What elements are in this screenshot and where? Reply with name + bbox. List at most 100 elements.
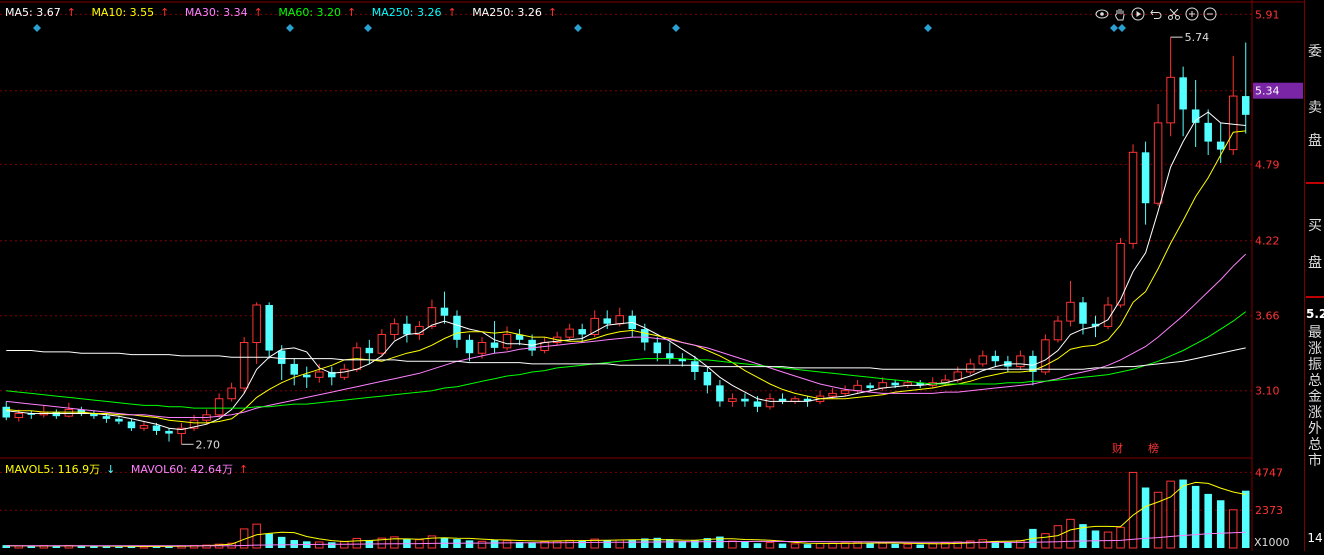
volume-bar[interactable] bbox=[778, 543, 787, 548]
candle[interactable] bbox=[1228, 55, 1238, 155]
candle[interactable] bbox=[1166, 37, 1175, 137]
candle[interactable] bbox=[565, 323, 574, 340]
event-diamond[interactable] bbox=[924, 24, 932, 32]
volume-bar[interactable] bbox=[115, 546, 123, 548]
candle[interactable] bbox=[916, 380, 924, 389]
event-tag[interactable]: 财 bbox=[1112, 441, 1123, 455]
candle[interactable] bbox=[390, 318, 399, 340]
event-diamond[interactable] bbox=[286, 24, 294, 32]
volume-bar[interactable] bbox=[741, 541, 749, 548]
candle[interactable] bbox=[239, 337, 249, 394]
scissors-icon[interactable] bbox=[1166, 6, 1181, 21]
volume-bar[interactable] bbox=[352, 537, 362, 549]
candle[interactable] bbox=[64, 402, 74, 418]
volume-bar[interactable] bbox=[1216, 500, 1225, 548]
volume-bar[interactable] bbox=[1016, 540, 1025, 549]
volume-bar[interactable] bbox=[866, 543, 874, 548]
candle[interactable] bbox=[1066, 280, 1075, 327]
volume-bar[interactable] bbox=[1053, 525, 1063, 549]
candle[interactable] bbox=[653, 337, 662, 362]
candle[interactable] bbox=[139, 421, 149, 431]
volume-bar[interactable] bbox=[477, 540, 487, 549]
ma30-legend[interactable]: MA30: 3.34 ↑ bbox=[185, 6, 269, 19]
volume-bar[interactable] bbox=[290, 540, 298, 548]
candle[interactable] bbox=[703, 366, 712, 394]
ma250-legend[interactable]: MA250: 3.26 ↑ bbox=[372, 6, 463, 19]
candle[interactable] bbox=[127, 418, 136, 431]
eye-icon[interactable] bbox=[1094, 6, 1109, 21]
event-diamond[interactable] bbox=[1118, 24, 1126, 32]
candle[interactable] bbox=[315, 363, 324, 383]
volume-bar[interactable] bbox=[315, 541, 324, 549]
candle[interactable] bbox=[415, 321, 424, 340]
candle[interactable] bbox=[928, 377, 937, 389]
volume-bar[interactable] bbox=[728, 540, 737, 549]
candle[interactable] bbox=[1216, 122, 1225, 164]
candle[interactable] bbox=[1153, 104, 1163, 206]
volume-bar[interactable] bbox=[891, 543, 899, 548]
volume-bar[interactable] bbox=[603, 540, 611, 548]
ma250b-legend[interactable]: MA250: 3.26 ↑ bbox=[472, 6, 563, 19]
candle[interactable] bbox=[1116, 238, 1125, 308]
candle[interactable] bbox=[265, 302, 273, 359]
event-tag[interactable]: 榜 bbox=[1148, 441, 1159, 455]
candle[interactable] bbox=[1179, 66, 1187, 137]
candle[interactable] bbox=[840, 385, 850, 397]
candle[interactable] bbox=[552, 331, 562, 346]
candle[interactable] bbox=[352, 342, 362, 372]
candle[interactable] bbox=[678, 353, 687, 367]
hand-icon[interactable] bbox=[1112, 6, 1127, 21]
volume-bar[interactable] bbox=[978, 539, 988, 549]
candle[interactable] bbox=[290, 358, 298, 386]
candle[interactable] bbox=[115, 416, 123, 425]
volume-bar[interactable] bbox=[815, 543, 825, 549]
volume-bar[interactable] bbox=[1103, 531, 1113, 549]
volume-bar[interactable] bbox=[1228, 509, 1238, 549]
candle[interactable] bbox=[778, 393, 787, 405]
ma10-legend[interactable]: MA10: 3.55 ↑ bbox=[91, 6, 175, 19]
volume-bar[interactable] bbox=[928, 543, 937, 549]
play-icon[interactable] bbox=[1130, 6, 1145, 21]
volume-bar[interactable] bbox=[502, 540, 512, 549]
volume-bar[interactable] bbox=[490, 539, 499, 548]
volume-bar[interactable] bbox=[465, 540, 474, 548]
candle[interactable] bbox=[666, 342, 674, 364]
volume-bar[interactable] bbox=[565, 539, 574, 549]
volume-bar[interactable] bbox=[903, 543, 912, 549]
volume-bar[interactable] bbox=[27, 546, 36, 548]
volume-bar[interactable] bbox=[615, 539, 624, 549]
candle[interactable] bbox=[377, 329, 387, 356]
volume-bar[interactable] bbox=[628, 539, 637, 548]
volume-bar[interactable] bbox=[1091, 530, 1100, 548]
candle[interactable] bbox=[1103, 296, 1113, 330]
candle[interactable] bbox=[1191, 80, 1200, 147]
event-diamond[interactable] bbox=[364, 24, 372, 32]
candle[interactable] bbox=[728, 393, 737, 407]
candle[interactable] bbox=[578, 323, 586, 343]
candle[interactable] bbox=[1029, 350, 1037, 386]
undo-icon[interactable] bbox=[1148, 6, 1163, 21]
candle[interactable] bbox=[440, 291, 449, 324]
candle[interactable] bbox=[52, 409, 61, 419]
candle[interactable] bbox=[77, 406, 86, 417]
candle[interactable] bbox=[502, 326, 512, 351]
volume-bar[interactable] bbox=[77, 546, 86, 548]
volume-bar[interactable] bbox=[666, 539, 674, 548]
candle[interactable] bbox=[214, 393, 224, 418]
candle[interactable] bbox=[1053, 315, 1063, 343]
candle[interactable] bbox=[1016, 350, 1025, 370]
candle[interactable] bbox=[328, 366, 336, 386]
candle[interactable] bbox=[815, 390, 825, 405]
ma60-legend[interactable]: MA60: 3.20 ↑ bbox=[278, 6, 362, 19]
volume-bar[interactable] bbox=[1166, 480, 1175, 549]
event-diamond[interactable] bbox=[33, 24, 41, 32]
candle[interactable] bbox=[465, 334, 474, 362]
candle[interactable] bbox=[741, 393, 749, 407]
plus-icon[interactable] bbox=[1184, 6, 1199, 21]
volume-bar[interactable] bbox=[1204, 493, 1212, 548]
candle[interactable] bbox=[978, 350, 988, 367]
candle[interactable] bbox=[966, 358, 975, 375]
candle[interactable] bbox=[252, 302, 261, 364]
volume-bar[interactable] bbox=[765, 542, 775, 549]
volume-bar[interactable] bbox=[328, 542, 336, 548]
